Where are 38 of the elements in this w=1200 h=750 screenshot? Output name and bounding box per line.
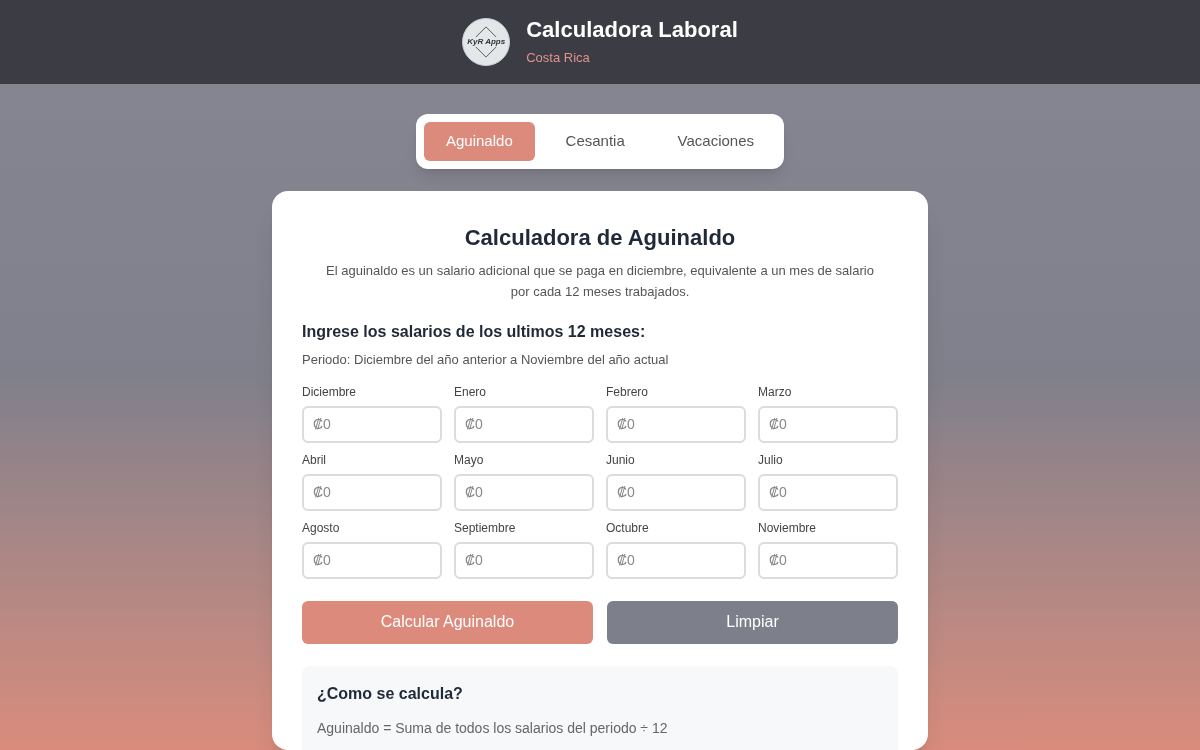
app-title: Calculadora Laboral — [526, 16, 738, 45]
tab[interactable]: Vacaciones — [655, 122, 776, 161]
field-label: Junio — [606, 451, 636, 469]
salary-input[interactable]: ₡0 — [606, 541, 746, 579]
info-title: ¿Como se calcula? — [317, 683, 464, 704]
tab[interactable]: Cesantia — [543, 122, 647, 161]
field-label: Agosto — [302, 519, 341, 537]
field-label: Mayo — [454, 451, 485, 469]
clear-button[interactable]: Limpiar — [607, 600, 898, 644]
card-title: Calculadora de Aguinaldo — [463, 224, 737, 252]
salary-input[interactable]: ₡0 — [302, 473, 442, 511]
app-subtitle: Costa Rica — [526, 49, 591, 68]
period-note: Periodo: Diciembre del año anterior a Noviembre del año actual — [302, 351, 670, 369]
field-label: Julio — [758, 451, 784, 469]
salary-input[interactable]: ₡0 — [454, 473, 594, 511]
tab[interactable]: Aguinaldo — [424, 122, 535, 161]
field-label: Septiembre — [454, 519, 517, 537]
field-label: Febrero — [606, 383, 650, 401]
calculate-button[interactable]: Calcular Aguinaldo — [302, 600, 593, 644]
field-label: Marzo — [758, 383, 793, 401]
salary-input[interactable]: ₡0 — [454, 405, 594, 443]
formula-text: Aguinaldo = Suma de todos los salarios del periodo ÷ 12 — [317, 718, 669, 738]
section-title: Ingrese los salarios de los ultimos 12 meses: — [302, 322, 647, 342]
field-label: Octubre — [606, 519, 650, 537]
field-label: Noviembre — [758, 519, 818, 537]
salary-input[interactable]: ₡0 — [302, 541, 442, 579]
salary-input[interactable]: ₡0 — [758, 405, 898, 443]
salary-input[interactable]: ₡0 — [302, 405, 442, 443]
salary-input[interactable]: ₡0 — [606, 405, 746, 443]
field-label: Abril — [302, 451, 327, 469]
salary-input[interactable]: ₡0 — [758, 541, 898, 579]
field-label: Enero — [454, 383, 488, 401]
salary-input[interactable]: ₡0 — [758, 473, 898, 511]
salary-input[interactable]: ₡0 — [454, 541, 594, 579]
card-description: El aguinaldo es un salario adicional que se paga en diciembre, equivalente a un mes de salario por cada 12 meses trabajados. — [325, 262, 875, 301]
field-label: Diciembre — [302, 383, 357, 401]
salary-input[interactable]: ₡0 — [606, 473, 746, 511]
logo-text: KyR Apps — [467, 37, 506, 47]
